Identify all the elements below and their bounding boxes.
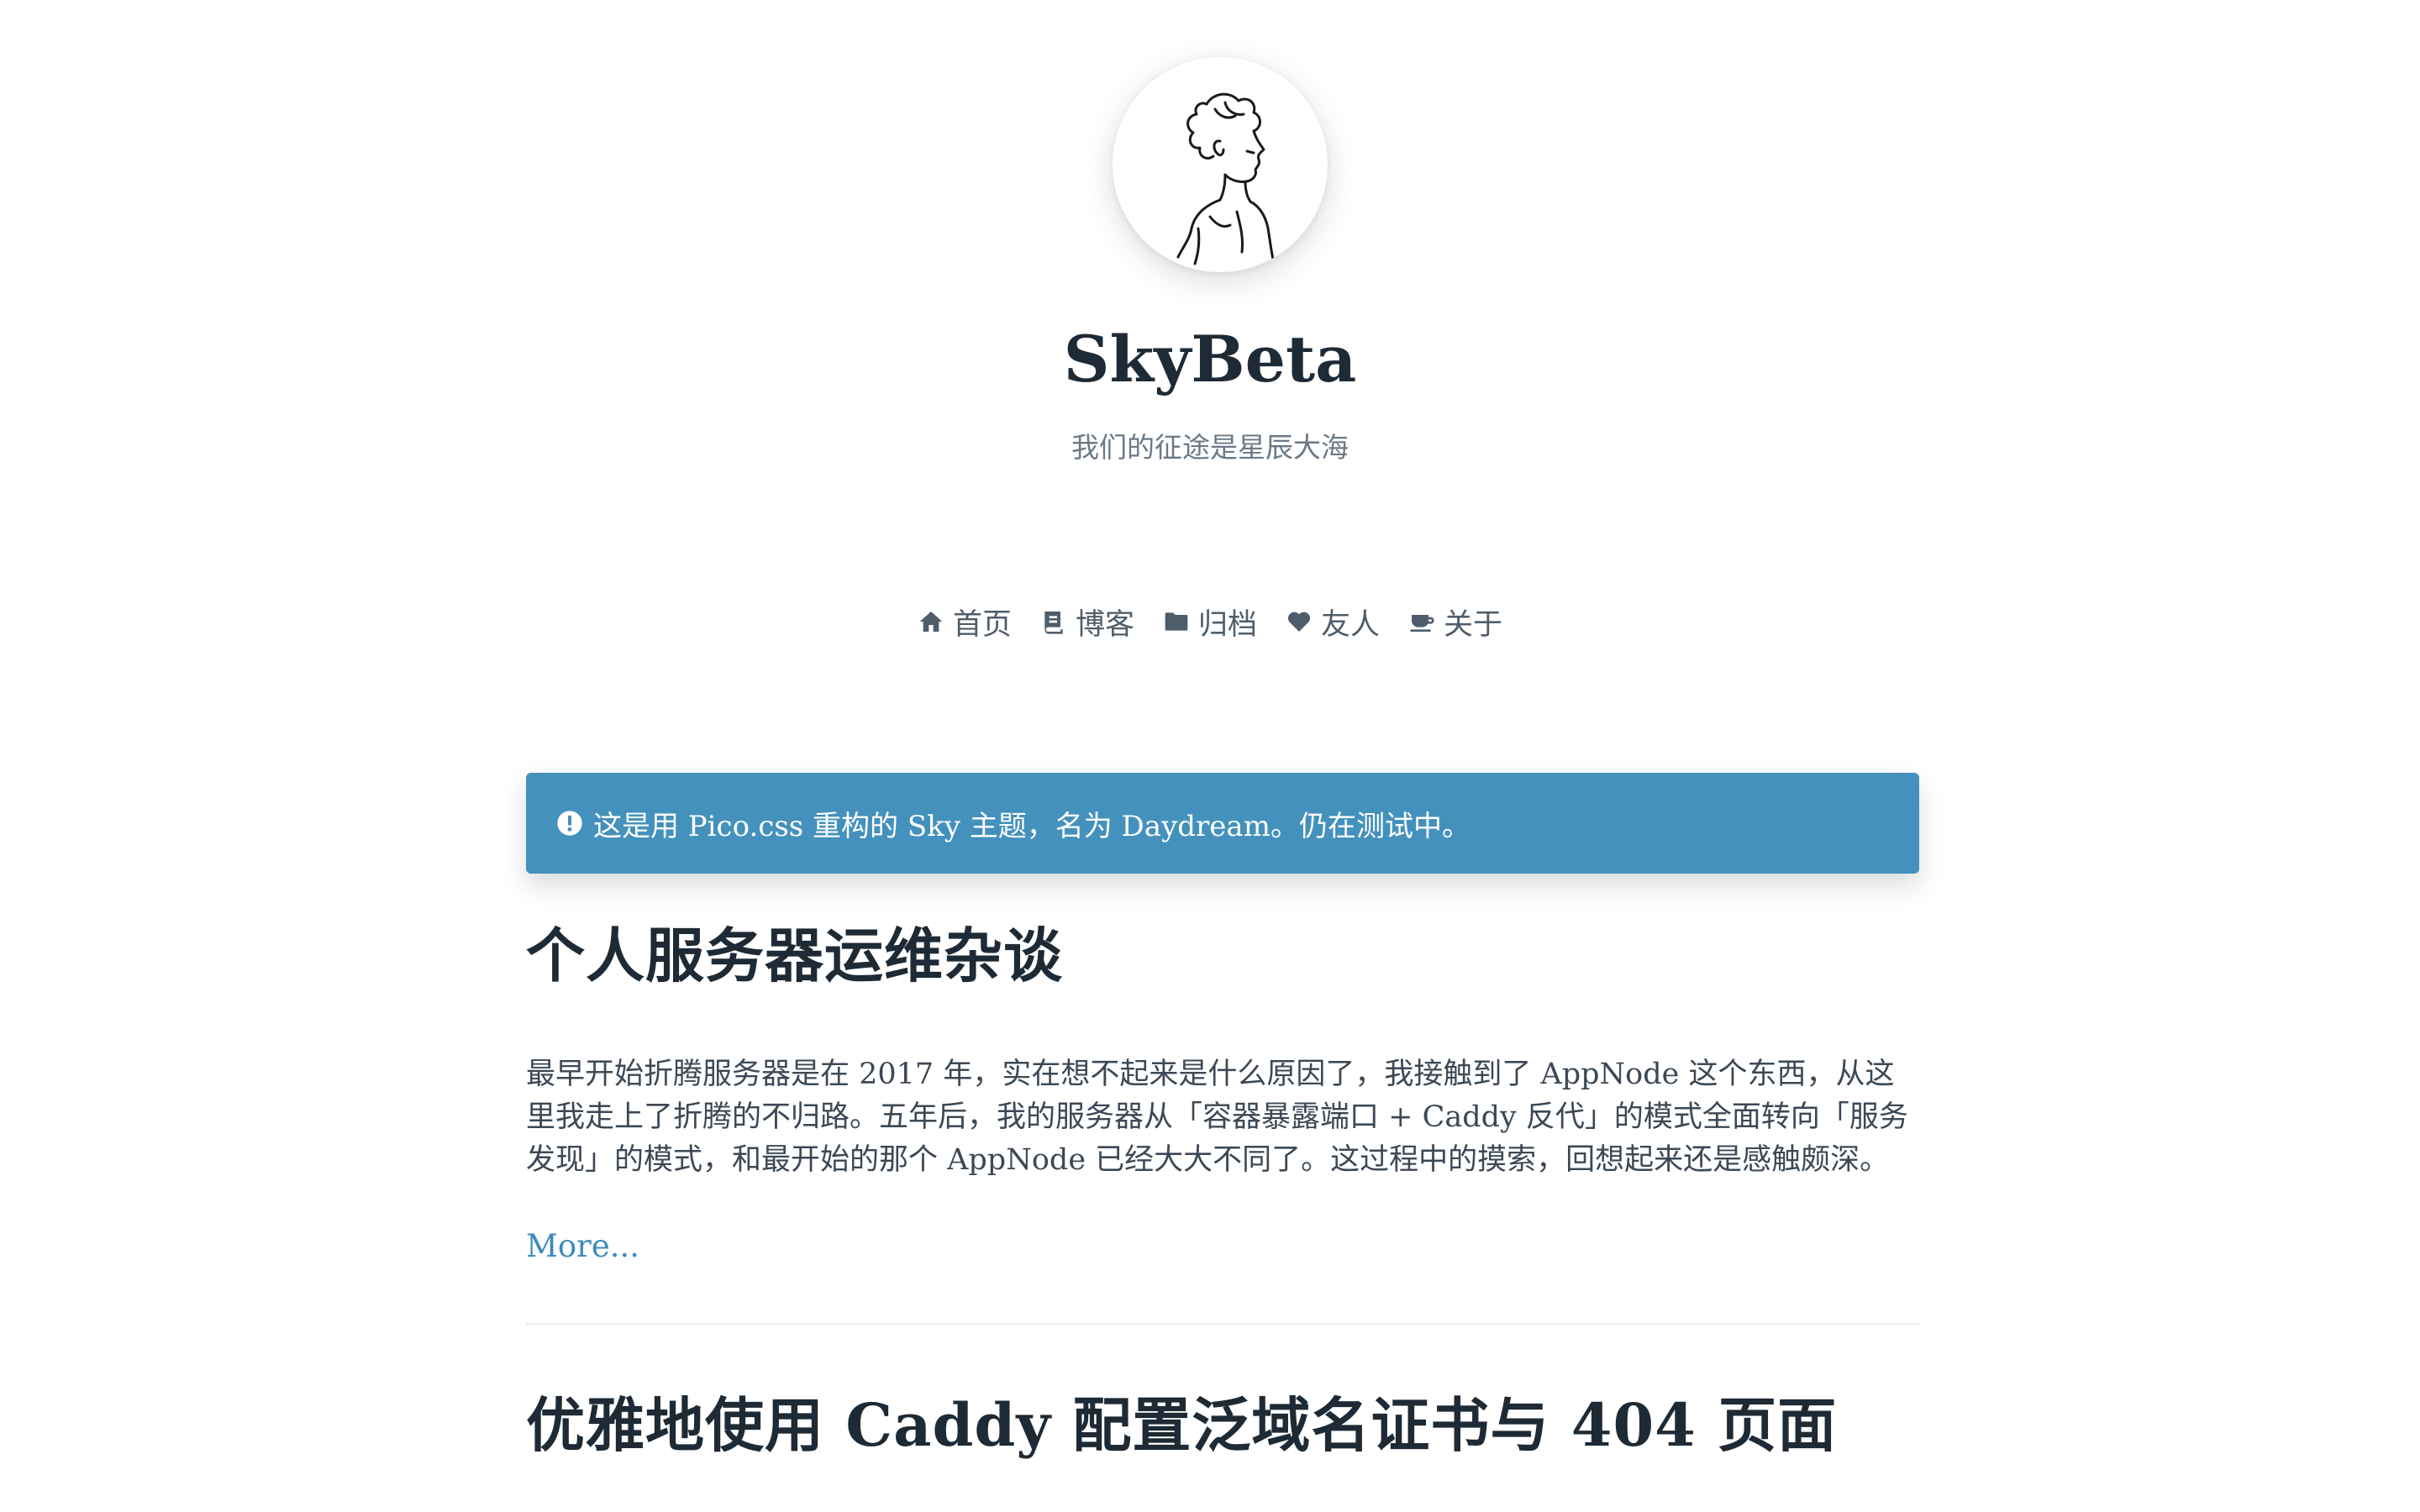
- notice-banner: 这是用 Pico.css 重构的 Sky 主题，名为 Daydream。仍在测试…: [526, 773, 1919, 874]
- coffee-icon: [1410, 615, 1434, 632]
- nav-item-archive[interactable]: 归档: [1163, 601, 1257, 643]
- read-more-link[interactable]: More...: [526, 1226, 639, 1268]
- nav-item-home[interactable]: 首页: [918, 601, 1012, 643]
- post-excerpt: 最早开始折腾服务器是在 2017 年，实在想不起来是什么原因了，我接触到了 Ap…: [526, 1058, 1908, 1177]
- post-title[interactable]: 优雅地使用 Caddy 配置泛域名证书与 404 页面: [526, 1385, 1919, 1466]
- nav-item-label: 关于: [1444, 607, 1503, 642]
- folder-icon: [1165, 612, 1188, 631]
- book-icon: [1044, 612, 1063, 634]
- avatar[interactable]: [1113, 57, 1328, 272]
- nav-item-blog[interactable]: 博客: [1040, 601, 1134, 643]
- nav-item-friends[interactable]: 友人: [1286, 601, 1380, 643]
- main-nav: 首页 博客 归档 友人 关于: [0, 598, 2420, 645]
- home-icon: [919, 612, 943, 632]
- post-title[interactable]: 个人服务器运维杂谈: [526, 916, 1919, 996]
- nav-item-about[interactable]: 关于: [1408, 601, 1502, 643]
- post-divider: [526, 1323, 1919, 1325]
- notice-text: 这是用 Pico.css 重构的 Sky 主题，名为 Daydream。仍在测试…: [593, 809, 1470, 843]
- post-item: 个人服务器运维杂谈 最早开始折腾服务器是在 2017 年，实在想不起来是什么原因…: [526, 916, 1919, 1325]
- site-subtitle: 我们的征途是星辰大海: [1071, 431, 1349, 464]
- post-list: 个人服务器运维杂谈 最早开始折腾服务器是在 2017 年，实在想不起来是什么原因…: [526, 916, 1919, 1466]
- nav-item-label: 友人: [1321, 607, 1381, 642]
- nav-item-label: 首页: [952, 607, 1012, 642]
- nav-item-label: 博客: [1075, 607, 1134, 642]
- nav-item-label: 归档: [1197, 607, 1257, 642]
- site-title[interactable]: SkyBeta: [0, 319, 2420, 400]
- post-item: 优雅地使用 Caddy 配置泛域名证书与 404 页面: [526, 1385, 1919, 1466]
- exclamation-circle-icon: [557, 811, 582, 836]
- sketch-avatar-icon: [1176, 92, 1276, 265]
- heart-icon: [1287, 612, 1311, 632]
